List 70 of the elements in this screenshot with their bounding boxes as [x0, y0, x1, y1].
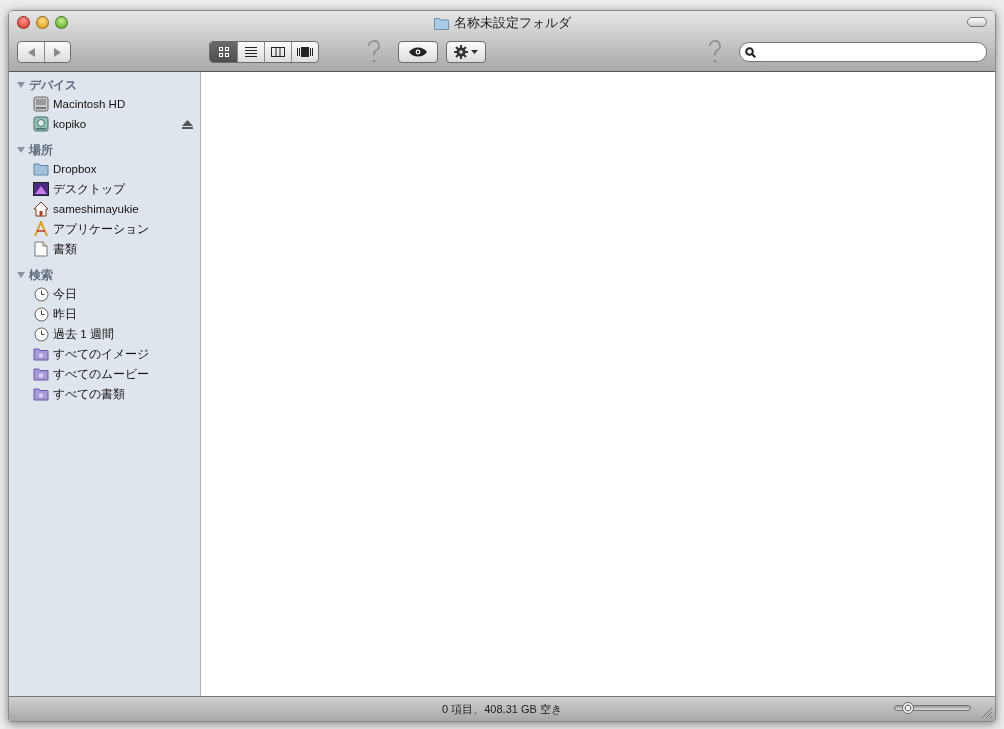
- search-field[interactable]: [739, 42, 987, 62]
- item-label: Macintosh HD: [53, 98, 127, 110]
- sidebar-item[interactable]: 書類: [9, 239, 200, 259]
- document-icon: [34, 241, 48, 257]
- section-heading: デバイス: [29, 76, 77, 94]
- item-label: すべてのイメージ: [53, 346, 150, 362]
- list-icon: [245, 47, 257, 57]
- columns-icon: [271, 47, 285, 57]
- clock-icon: [33, 286, 49, 302]
- navigation-control[interactable]: [17, 41, 71, 63]
- toolbar-toggle-button[interactable]: [967, 17, 987, 27]
- item-label: すべての書類: [53, 386, 126, 402]
- sidebar-item[interactable]: 昨日: [9, 304, 200, 324]
- item-label: すべてのムービー: [53, 366, 150, 382]
- item-label: デスクトップ: [53, 181, 127, 197]
- item-label: sameshimayukie: [53, 203, 140, 215]
- item-label: 昨日: [53, 306, 78, 322]
- question-mark-icon: [366, 39, 382, 65]
- section-heading: 場所: [29, 141, 53, 159]
- item-label: Dropbox: [53, 163, 98, 175]
- search-icon: [745, 46, 756, 58]
- item-label: kopiko: [53, 118, 88, 130]
- sidebar-item[interactable]: Dropbox: [9, 159, 200, 179]
- slider-thumb[interactable]: [901, 702, 914, 714]
- quick-look-button[interactable]: [398, 41, 438, 63]
- gear-folder-icon: [33, 387, 49, 401]
- action-menu-button[interactable]: [446, 41, 486, 63]
- sidebar-item[interactable]: 今日: [9, 284, 200, 304]
- sidebar-item[interactable]: すべてのムービー: [9, 364, 200, 384]
- folder-icon: [33, 162, 49, 176]
- resize-grip-icon[interactable]: [982, 708, 992, 718]
- drive-icon: [33, 116, 49, 132]
- gear-folder-icon: [33, 367, 49, 381]
- gear-icon: [454, 45, 468, 59]
- status-text: 0 項目、408.31 GB 空き: [442, 701, 562, 717]
- item-label: 今日: [53, 286, 78, 302]
- view-mode-control[interactable]: [209, 41, 319, 63]
- right-triangle-icon: [54, 47, 61, 57]
- sidebar-item[interactable]: すべてのイメージ: [9, 344, 200, 364]
- house-icon: [33, 201, 49, 217]
- folder-icon: [433, 16, 450, 30]
- sidebar-item[interactable]: sameshimayukie: [9, 199, 200, 219]
- section-heading: 検索: [29, 266, 53, 284]
- item-label: 過去 1 週間: [53, 326, 115, 342]
- sidebar-item[interactable]: アプリケーション: [9, 219, 200, 239]
- pencil-ruler-icon: [33, 221, 49, 237]
- desktop-icon: [33, 182, 49, 196]
- zoom-slider[interactable]: [894, 705, 971, 711]
- caret-icon: [471, 50, 478, 54]
- minimize-button[interactable]: [36, 15, 49, 29]
- clock-icon: [33, 326, 49, 342]
- grid-icon: [218, 47, 229, 57]
- sidebar-item[interactable]: Macintosh HD: [9, 94, 200, 114]
- eye-icon: [409, 47, 427, 57]
- item-label: アプリケーション: [53, 221, 150, 237]
- gear-folder-icon: [33, 347, 49, 361]
- zoom-button[interactable]: [55, 15, 68, 29]
- clock-icon: [33, 306, 49, 322]
- item-label: 書類: [53, 241, 78, 257]
- question-mark-icon: [707, 39, 723, 65]
- window-title: 名称未設定フォルダ: [453, 14, 571, 32]
- eject-icon[interactable]: [182, 119, 193, 129]
- view-button[interactable]: [210, 42, 237, 62]
- sidebar-item[interactable]: デスクトップ: [9, 179, 200, 199]
- sidebar-item[interactable]: すべての書類: [9, 384, 200, 404]
- cover-flow-icon: [297, 47, 313, 57]
- left-triangle-icon: [27, 47, 35, 57]
- sidebar-item[interactable]: 過去 1 週間: [9, 324, 200, 344]
- sidebar-item[interactable]: kopiko: [9, 114, 200, 134]
- close-button[interactable]: [17, 15, 30, 29]
